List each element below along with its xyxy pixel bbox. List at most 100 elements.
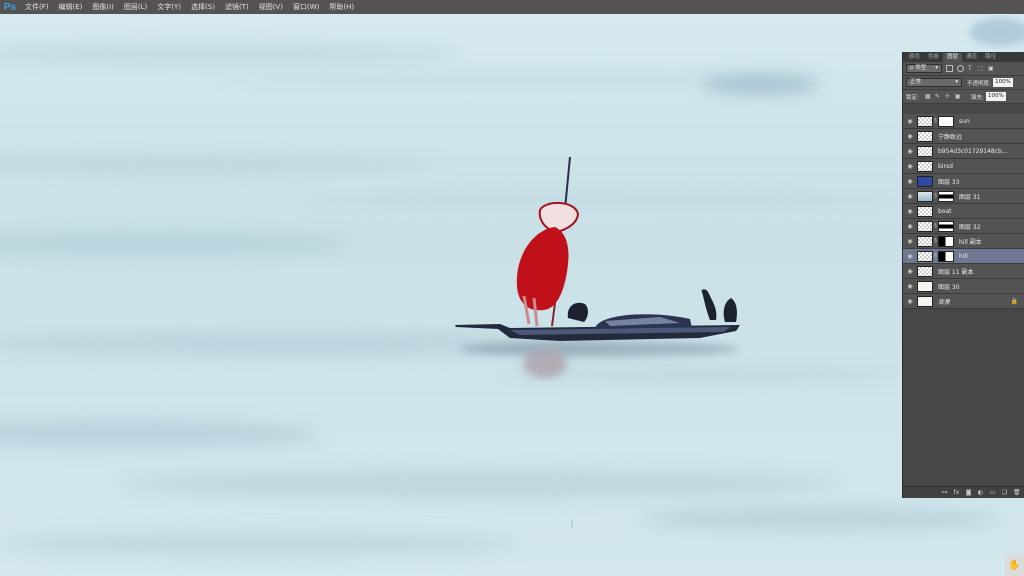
- visibility-eye-icon[interactable]: ◉: [903, 279, 917, 294]
- layer-thumbnail: [917, 265, 933, 277]
- menu-file[interactable]: 文件(F): [20, 0, 54, 14]
- adjustment-layer-icon[interactable]: ◐: [977, 489, 984, 496]
- lock-label: 锁定:: [906, 94, 919, 101]
- layer-name: 图层 30: [938, 283, 960, 291]
- layers-list: ◉§sun◉宁静致远◉b954d3c01729148cb78b...◉birsd…: [903, 114, 1024, 309]
- layer-mask-thumbnail[interactable]: [938, 190, 954, 202]
- lock-transparent-icon[interactable]: ▦: [925, 93, 931, 100]
- visibility-eye-icon[interactable]: ◉: [903, 264, 917, 279]
- layer-mask-thumbnail[interactable]: [938, 250, 954, 262]
- opacity-input[interactable]: 100%: [992, 78, 1013, 87]
- layer-thumbnail: [917, 115, 933, 127]
- link-layers-icon[interactable]: ⊶: [941, 489, 948, 496]
- layer-row[interactable]: ◉ b954d3c01729148cb78b...: [903, 144, 1024, 159]
- adjustment-filter-icon[interactable]: [957, 65, 964, 72]
- layer-style-icon[interactable]: fx: [953, 489, 960, 496]
- visibility-eye-icon[interactable]: ◉: [903, 294, 917, 309]
- photoshop-window: Ps 文件(F) 编辑(E) 图像(I) 图层(L) 文字(Y) 选择(S) 滤…: [0, 0, 1024, 576]
- pixel-filter-icon[interactable]: [946, 65, 953, 72]
- layer-mask-thumbnail[interactable]: [938, 220, 954, 232]
- visibility-eye-icon[interactable]: ◉: [903, 249, 917, 264]
- layer-row[interactable]: ◉ boat: [903, 204, 1024, 219]
- layer-row[interactable]: ◉ § 图层 31: [903, 189, 1024, 204]
- chevron-down-icon: ▾: [955, 79, 958, 85]
- layer-row[interactable]: ◉ 图层 11 副本: [903, 264, 1024, 279]
- blend-row: 正常 ▾ 不透明度: 100%: [903, 76, 1024, 90]
- panel-footer: ⊶ fx ◙ ◐ ▭ ❏ 🗑: [903, 486, 1024, 498]
- menu-bar: Ps 文件(F) 编辑(E) 图像(I) 图层(L) 文字(Y) 选择(S) 滤…: [0, 0, 1024, 14]
- layer-thumbnail: [917, 190, 933, 202]
- lock-brush-icon[interactable]: ✎: [935, 93, 941, 100]
- opacity-label: 不透明度:: [967, 80, 991, 87]
- layer-row[interactable]: ◉ 背景 🔒: [903, 294, 1024, 309]
- visibility-eye-icon[interactable]: ◉: [903, 129, 917, 144]
- tab-layers[interactable]: 图层: [943, 53, 963, 62]
- shape-filter-icon[interactable]: ⬚: [978, 65, 984, 72]
- filter-row: ρ 类型 ▾ T ⬚ ▣: [903, 62, 1024, 76]
- tab-color[interactable]: 颜色: [905, 53, 924, 62]
- visibility-eye-icon[interactable]: ◉: [903, 159, 917, 174]
- layer-thumbnail: [917, 175, 933, 187]
- layer-row[interactable]: ◉ § hill 副本: [903, 234, 1024, 249]
- layer-thumbnail: [917, 250, 933, 262]
- layer-thumbnail: [917, 130, 933, 142]
- layer-row[interactable]: ◉ § sun: [903, 114, 1024, 129]
- smart-filter-icon[interactable]: ▣: [988, 65, 994, 72]
- menu-layer[interactable]: 图层(L): [119, 0, 152, 14]
- layer-mask-thumbnail[interactable]: [938, 235, 954, 247]
- layer-row[interactable]: ◉ 图层 30: [903, 279, 1024, 294]
- tab-paths[interactable]: 路径: [981, 53, 1000, 62]
- new-layer-icon[interactable]: ❏: [1001, 489, 1008, 496]
- layer-name: 背景: [938, 298, 951, 306]
- fill-input[interactable]: 100%: [985, 92, 1006, 101]
- filter-type-label: ρ 类型: [910, 65, 927, 71]
- menu-edit[interactable]: 编辑(E): [54, 0, 88, 14]
- layer-row[interactable]: ◉ 图层 33: [903, 174, 1024, 189]
- type-filter-icon[interactable]: T: [968, 65, 974, 72]
- group-folder-icon[interactable]: ▭: [989, 489, 996, 496]
- layer-name: b954d3c01729148cb78b...: [938, 147, 1008, 155]
- blend-mode-label: 正常: [910, 79, 922, 85]
- menu-type[interactable]: 文字(Y): [152, 0, 186, 14]
- menu-filter[interactable]: 滤镜(T): [220, 0, 254, 14]
- add-mask-icon[interactable]: ◙: [965, 489, 972, 496]
- lock-row: 锁定: ▦ ✎ ✛ ▣ 填充: 100%: [903, 90, 1024, 104]
- menu-help[interactable]: 帮助(H): [324, 0, 359, 14]
- menu-select[interactable]: 选择(S): [186, 0, 220, 14]
- layer-name: sun: [959, 117, 970, 125]
- menu-image[interactable]: 图像(I): [87, 0, 119, 14]
- menu-view[interactable]: 视图(V): [254, 0, 288, 14]
- panel-tabs: 颜色 色板 图层 通道 路径: [903, 52, 1024, 62]
- layer-row[interactable]: ◉ § 图层 32: [903, 219, 1024, 234]
- filter-type-select[interactable]: ρ 类型 ▾: [906, 64, 942, 73]
- visibility-eye-icon[interactable]: ◉: [903, 144, 917, 159]
- layer-thumbnail: [917, 145, 933, 157]
- lock-all-icon[interactable]: ▣: [955, 93, 961, 100]
- tab-channels[interactable]: 通道: [962, 53, 981, 62]
- hill-hint: [970, 18, 1024, 46]
- trash-icon[interactable]: 🗑: [1013, 489, 1021, 496]
- layer-row[interactable]: ◉ § hill: [903, 249, 1024, 264]
- hand-tool-icon[interactable]: ✋: [1005, 554, 1024, 576]
- layer-name: boat: [938, 207, 952, 215]
- layer-name: hill 副本: [959, 238, 982, 246]
- lock-move-icon[interactable]: ✛: [945, 93, 951, 100]
- layer-name: 图层 32: [959, 223, 981, 231]
- visibility-eye-icon[interactable]: ◉: [903, 174, 917, 189]
- visibility-eye-icon[interactable]: ◉: [903, 114, 917, 129]
- layer-thumbnail: [917, 280, 933, 292]
- visibility-eye-icon[interactable]: ◉: [903, 234, 917, 249]
- menu-window[interactable]: 窗口(W): [288, 0, 324, 14]
- visibility-eye-icon[interactable]: ◉: [903, 204, 917, 219]
- layer-name: 图层 11 副本: [938, 268, 974, 276]
- layer-mask-thumbnail[interactable]: [938, 115, 954, 127]
- layer-row[interactable]: ◉ birsd: [903, 159, 1024, 174]
- layers-panel: 颜色 色板 图层 通道 路径 ρ 类型 ▾ T ⬚ ▣ 正常 ▾ 不透明度: 1…: [902, 52, 1024, 498]
- layer-name: 图层 33: [938, 178, 960, 186]
- blend-mode-select[interactable]: 正常 ▾: [906, 78, 962, 87]
- document-canvas[interactable]: [0, 14, 1024, 576]
- visibility-eye-icon[interactable]: ◉: [903, 189, 917, 204]
- layer-row[interactable]: ◉ 宁静致远: [903, 129, 1024, 144]
- visibility-eye-icon[interactable]: ◉: [903, 219, 917, 234]
- tab-swatches[interactable]: 色板: [924, 53, 943, 62]
